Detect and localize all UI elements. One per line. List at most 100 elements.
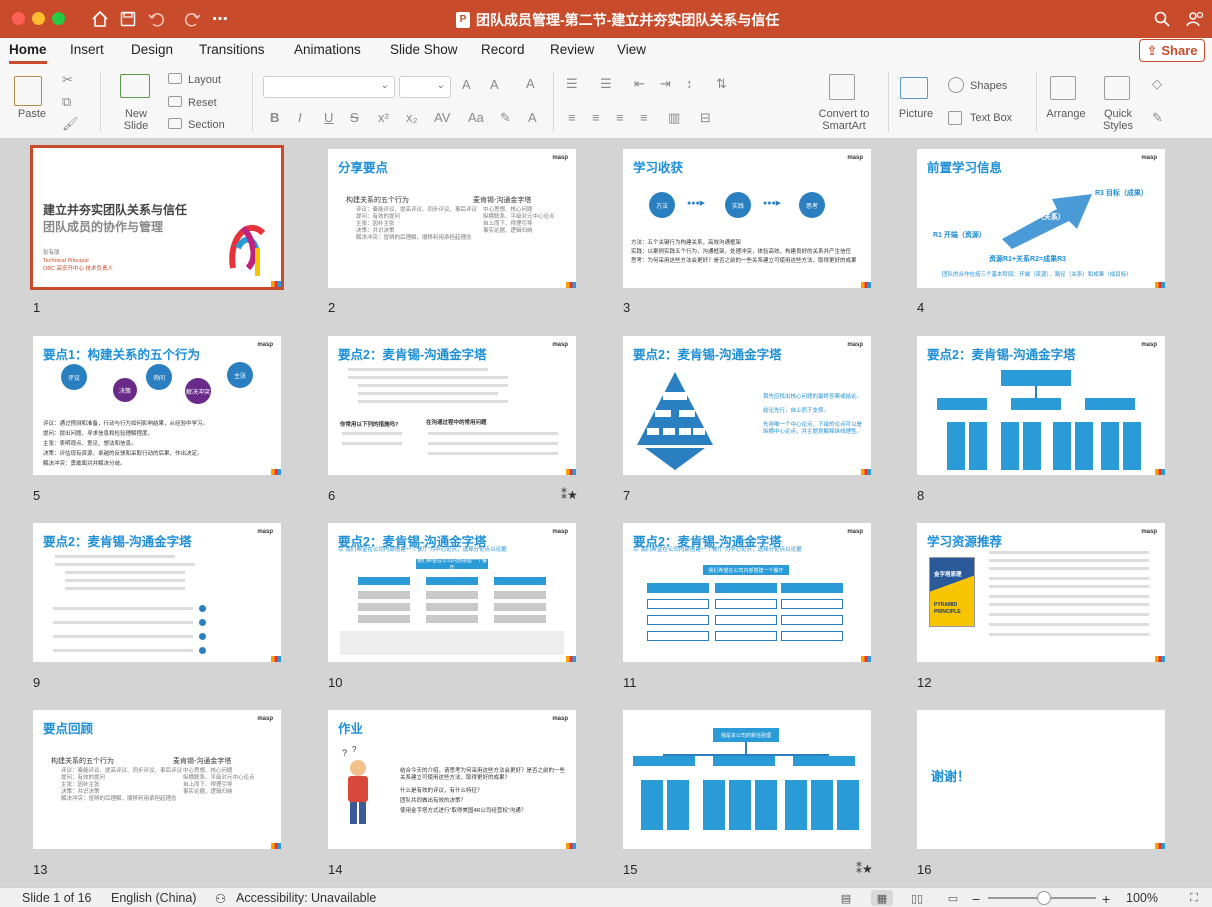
share-button[interactable]: ⇪ Share bbox=[1139, 39, 1205, 62]
slide-thumbnail-13[interactable]: 要点回顾 masp 构建关系的五个行为 评议：奏能评议、提高评议、同步评议、事后… bbox=[33, 710, 281, 849]
highlight-icon[interactable]: ✎ bbox=[500, 110, 511, 126]
fit-slide-icon[interactable]: ⛶ bbox=[1183, 890, 1205, 906]
chevron-down-icon: ⌄ bbox=[380, 80, 389, 91]
strikethrough-icon[interactable]: S bbox=[350, 110, 359, 125]
slide-thumbnail-5[interactable]: 要点1：构建关系的五个行为 masp 评议 决策 询问 解决冲突 主张 评议：通… bbox=[33, 336, 281, 475]
slide-thumbnail-15[interactable]: 我是本公司的新任经理 bbox=[623, 710, 871, 849]
tab-record[interactable]: Record bbox=[481, 42, 525, 57]
italic-icon[interactable]: I bbox=[298, 110, 302, 125]
tab-review[interactable]: Review bbox=[550, 42, 594, 57]
tab-view[interactable]: View bbox=[617, 42, 646, 57]
zoom-window-button[interactable] bbox=[52, 12, 65, 25]
decrease-indent-icon[interactable]: ⇤ bbox=[634, 76, 645, 92]
save-icon[interactable] bbox=[118, 9, 138, 29]
home-icon[interactable] bbox=[90, 9, 110, 29]
zoom-in-button[interactable]: + bbox=[1102, 891, 1110, 907]
slide-thumbnail-2[interactable]: 分享要点 masp 构建关系的五个行为 评议：奏能评议、提高评议、同步评议、事后… bbox=[328, 149, 576, 288]
close-window-button[interactable] bbox=[12, 12, 25, 25]
slide-number-2: 2 bbox=[328, 300, 336, 315]
font-color-icon[interactable]: A bbox=[528, 110, 537, 125]
decrease-font-icon[interactable]: A bbox=[490, 77, 499, 92]
shape-fill-icon[interactable]: ◇ bbox=[1152, 76, 1162, 92]
align-text-icon[interactable]: ⊟ bbox=[700, 110, 711, 126]
slide-thumbnail-3[interactable]: 学习收获 masp 方法 ●●●▶ 实践 ●●●▶ 思考 方法：五个关键行为构建… bbox=[623, 149, 871, 288]
subscript-icon[interactable]: x₂ bbox=[406, 110, 418, 125]
picture-icon[interactable] bbox=[900, 77, 928, 99]
font-name-dropdown[interactable]: ⌄ bbox=[263, 76, 395, 98]
arrange-icon[interactable] bbox=[1050, 76, 1076, 100]
tab-insert[interactable]: Insert bbox=[70, 42, 104, 57]
zoom-slider-thumb[interactable] bbox=[1037, 891, 1051, 905]
increase-font-icon[interactable]: A bbox=[462, 77, 471, 92]
search-icon[interactable] bbox=[1152, 9, 1172, 29]
text-direction-icon[interactable]: ⇅ bbox=[716, 76, 727, 92]
new-slide-label[interactable]: New Slide bbox=[114, 108, 158, 132]
slide-thumbnail-16[interactable]: 谢谢！ bbox=[917, 710, 1165, 849]
slide-thumbnail-14[interactable]: 作业 masp ?? 结合今天的介绍，请思考为何采用这些方法会更好？是否之前的一… bbox=[328, 710, 576, 849]
copy-icon[interactable]: ⧉ bbox=[62, 94, 71, 110]
account-icon[interactable] bbox=[1185, 9, 1205, 29]
columns-icon[interactable]: ▥ bbox=[668, 110, 680, 126]
redo-icon[interactable] bbox=[183, 9, 203, 29]
language-indicator[interactable]: English (China) bbox=[111, 891, 196, 905]
change-case-icon[interactable]: Aa bbox=[468, 110, 484, 125]
reset-button[interactable]: Reset bbox=[188, 97, 217, 109]
line-spacing-icon[interactable]: ↕ bbox=[686, 76, 693, 91]
quick-styles-icon[interactable] bbox=[1104, 76, 1130, 100]
align-right-icon[interactable]: ≡ bbox=[616, 110, 624, 125]
accessibility-status[interactable]: Accessibility: Unavailable bbox=[236, 891, 376, 905]
undo-icon[interactable] bbox=[146, 9, 166, 29]
justify-icon[interactable]: ≡ bbox=[640, 110, 648, 125]
slide-thumbnail-10[interactable]: 要点2：麦肯锡-沟通金字塔 masp 以“我们希望在公司内部搭建一个餐厅”为中心… bbox=[328, 523, 576, 662]
slide-number-9: 9 bbox=[33, 675, 41, 690]
zoom-out-button[interactable]: − bbox=[972, 891, 980, 907]
tab-slide-show[interactable]: Slide Show bbox=[390, 42, 458, 57]
character-spacing-icon[interactable]: AV bbox=[434, 110, 450, 125]
slide-thumbnail-7[interactable]: 要点2：麦肯锡-沟通金字塔 masp 首先应找出核心问题的最终答案或结论。 结论… bbox=[623, 336, 871, 475]
align-center-icon[interactable]: ≡ bbox=[592, 110, 600, 125]
shape-outline-icon[interactable]: ✎ bbox=[1152, 110, 1163, 126]
slide-sorter-view-icon[interactable]: ▦ bbox=[871, 890, 893, 906]
clear-formatting-icon[interactable]: A bbox=[526, 76, 535, 91]
zoom-level[interactable]: 100% bbox=[1126, 891, 1158, 905]
slide-number-4: 4 bbox=[917, 300, 925, 315]
smartart-icon[interactable] bbox=[829, 74, 855, 100]
text-box-button[interactable]: Text Box bbox=[970, 112, 1012, 124]
numbering-icon[interactable]: ☰ bbox=[600, 76, 612, 92]
slide-number-15: 15 bbox=[623, 862, 638, 877]
convert-to-smartart-button[interactable]: Convert to SmartArt bbox=[808, 108, 880, 132]
increase-indent-icon[interactable]: ⇥ bbox=[660, 76, 671, 92]
quick-styles-label[interactable]: Quick Styles bbox=[1094, 108, 1142, 132]
slide-thumbnail-9[interactable]: 要点2：麦肯锡-沟通金字塔 masp bbox=[33, 523, 281, 662]
notes-icon[interactable]: ▤ bbox=[835, 890, 857, 906]
picture-label: Picture bbox=[898, 108, 934, 120]
font-size-dropdown[interactable]: ⌄ bbox=[399, 76, 451, 98]
underline-icon[interactable]: U bbox=[324, 110, 333, 125]
minimize-window-button[interactable] bbox=[32, 12, 45, 25]
tab-animations[interactable]: Animations bbox=[294, 42, 361, 57]
align-left-icon[interactable]: ≡ bbox=[568, 110, 576, 125]
slide-show-view-icon[interactable]: ▭ bbox=[942, 890, 964, 906]
bullets-icon[interactable]: ☰ bbox=[566, 76, 578, 92]
title-bar: ⋯ P 团队成员管理-第二节-建立并夯实团队关系与信任 bbox=[0, 0, 1212, 38]
tab-transitions[interactable]: Transitions bbox=[199, 42, 265, 57]
tab-design[interactable]: Design bbox=[131, 42, 173, 57]
reading-view-icon[interactable]: ▯▯ bbox=[906, 890, 928, 906]
tab-home[interactable]: Home bbox=[9, 42, 47, 57]
more-icon[interactable]: ⋯ bbox=[210, 9, 230, 29]
format-painter-icon[interactable]: 🖌 bbox=[62, 116, 79, 132]
section-button[interactable]: Section bbox=[188, 119, 225, 131]
slide-thumbnail-8[interactable]: 要点2：麦肯锡-沟通金字塔 masp bbox=[917, 336, 1165, 475]
paste-icon[interactable] bbox=[14, 76, 42, 106]
slide-thumbnail-12[interactable]: 学习资源推荐 masp 金字塔原理 PYRAMID PRINCIPLE bbox=[917, 523, 1165, 662]
slide-thumbnail-11[interactable]: 要点2：麦肯锡-沟通金字塔 masp 以“我们希望在公司内部搭建一个餐厅”为中心… bbox=[623, 523, 871, 662]
bold-icon[interactable]: B bbox=[270, 110, 279, 125]
new-slide-icon[interactable] bbox=[120, 74, 150, 98]
shapes-button[interactable]: Shapes bbox=[970, 80, 1007, 92]
layout-button[interactable]: Layout bbox=[188, 74, 221, 86]
slide-thumbnail-4[interactable]: 前置学习信息 masp R1 开端（资源） R2 路径（关系） R3 目标（成果… bbox=[917, 149, 1165, 288]
slide-thumbnail-1[interactable]: 建立并夯实团队关系与信任 团队成员的协作与管理 张有朋 Technical Pr… bbox=[30, 145, 284, 290]
slide-thumbnail-6[interactable]: 要点2：麦肯锡-沟通金字塔 masp 你常用以下列的措施吗? 在沟通过程中的常用… bbox=[328, 336, 576, 475]
superscript-icon[interactable]: x² bbox=[378, 110, 389, 125]
cut-icon[interactable]: ✂ bbox=[62, 72, 73, 88]
